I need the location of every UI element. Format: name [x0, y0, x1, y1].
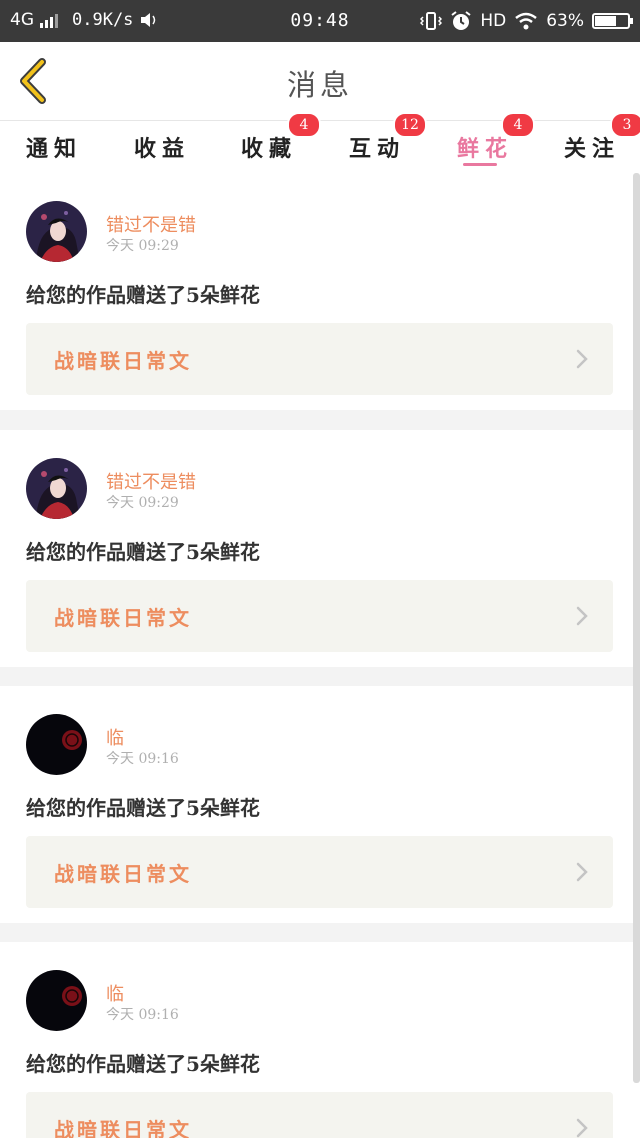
scrollbar[interactable]	[633, 173, 640, 1083]
message-list[interactable]: 错过不是错 今天 09:29 给您的作品赠送了5朵鲜花 战暗联日常文 错过不是错…	[0, 173, 640, 1138]
active-tab-indicator	[463, 163, 497, 166]
tab-badge: 4	[501, 112, 535, 138]
tab-badge: 3	[610, 112, 640, 138]
message-text: 给您的作品赠送了5朵鲜花	[26, 796, 260, 820]
tab-notice[interactable]: 通知	[26, 121, 106, 173]
avatar[interactable]	[26, 201, 87, 262]
avatar[interactable]	[26, 714, 87, 775]
tab-earnings[interactable]: 收益	[134, 121, 214, 173]
tab-flowers[interactable]: 鲜花 4	[457, 112, 537, 173]
chevron-right-icon	[576, 862, 588, 882]
work-title: 战暗联日常文	[54, 862, 192, 886]
nav-bar: 消息	[0, 42, 640, 121]
chevron-right-icon	[576, 606, 588, 626]
sender-name[interactable]: 错过不是错	[106, 211, 196, 237]
work-title: 战暗联日常文	[54, 349, 192, 373]
vibrate-icon	[420, 12, 443, 30]
message-text: 给您的作品赠送了5朵鲜花	[26, 1052, 260, 1076]
tab-interactions[interactable]: 互动 12	[349, 112, 429, 173]
avatar[interactable]	[26, 970, 87, 1031]
tab-bar: 通知 收益 收藏 4 互动 12 鲜花 4 关注 3	[0, 112, 640, 173]
message-time: 今天 09:16	[106, 1007, 179, 1023]
tab-badge: 4	[287, 112, 321, 138]
tab-label: 鲜花	[457, 136, 514, 162]
message-text: 给您的作品赠送了5朵鲜花	[26, 283, 260, 307]
alarm-icon	[451, 11, 471, 30]
message-text: 给您的作品赠送了5朵鲜花	[26, 540, 260, 564]
message-card: 错过不是错 今天 09:29 给您的作品赠送了5朵鲜花 战暗联日常文	[0, 173, 640, 410]
hd-indicator: HD	[480, 11, 507, 31]
work-link[interactable]: 战暗联日常文	[26, 323, 613, 395]
work-title: 战暗联日常文	[54, 606, 192, 630]
message-time: 今天 09:29	[106, 238, 179, 254]
battery-icon	[592, 13, 633, 29]
tab-favorites[interactable]: 收藏 4	[241, 112, 321, 173]
work-title: 战暗联日常文	[54, 1118, 192, 1138]
message-card: 临 今天 09:16 给您的作品赠送了5朵鲜花 战暗联日常文	[0, 686, 640, 923]
sender-name[interactable]: 临	[106, 980, 124, 1006]
tab-label: 关注	[564, 136, 621, 162]
message-time: 今天 09:29	[106, 495, 179, 511]
tab-label: 收益	[134, 136, 191, 162]
message-card: 临 今天 09:16 给您的作品赠送了5朵鲜花 战暗联日常文	[0, 942, 640, 1138]
tab-label: 收藏	[241, 136, 298, 162]
chevron-right-icon	[576, 1118, 588, 1138]
status-bar: 4G 0.9K/s 09:48 HD 63%	[0, 0, 640, 42]
battery-fill	[595, 16, 617, 26]
tab-label: 互动	[349, 136, 406, 162]
avatar[interactable]	[26, 458, 87, 519]
message-time: 今天 09:16	[106, 751, 179, 767]
wifi-icon	[515, 12, 537, 30]
status-right: HD 63%	[420, 10, 633, 32]
sender-name[interactable]: 错过不是错	[106, 468, 196, 494]
sender-name[interactable]: 临	[106, 724, 124, 750]
page-title: 消息	[286, 68, 353, 102]
message-card: 错过不是错 今天 09:29 给您的作品赠送了5朵鲜花 战暗联日常文	[0, 430, 640, 667]
tab-follows[interactable]: 关注 3	[564, 112, 640, 173]
tab-label: 通知	[26, 136, 83, 162]
work-link[interactable]: 战暗联日常文	[26, 836, 613, 908]
work-link[interactable]: 战暗联日常文	[26, 1092, 613, 1138]
tab-badge: 12	[393, 112, 427, 138]
chevron-right-icon	[576, 349, 588, 369]
work-link[interactable]: 战暗联日常文	[26, 580, 613, 652]
battery-percent: 63%	[546, 11, 584, 31]
